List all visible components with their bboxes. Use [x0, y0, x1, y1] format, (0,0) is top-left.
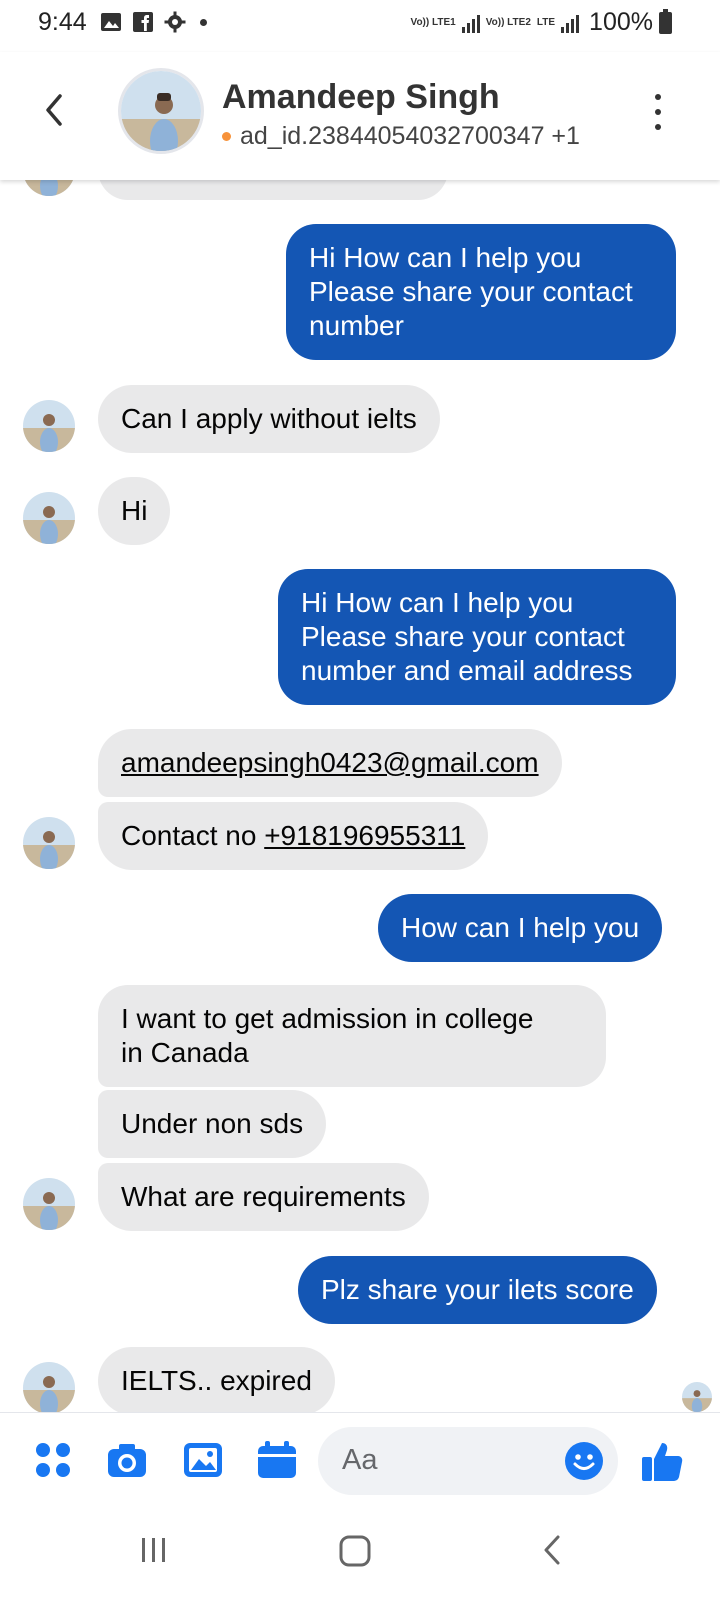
calendar-icon[interactable]: [256, 1439, 298, 1481]
settings-notification-icon: [164, 11, 186, 33]
incoming-message[interactable]: Under non sds: [98, 1090, 327, 1158]
incoming-message[interactable]: What are requirements: [98, 1163, 429, 1231]
system-navigation-bar: [0, 1512, 720, 1600]
home-icon[interactable]: [338, 1534, 372, 1568]
contact-avatar[interactable]: [118, 68, 204, 154]
sim2-network-label: LTE: [536, 16, 556, 28]
back-arrow-icon[interactable]: [36, 88, 72, 132]
outgoing-message[interactable]: Plz share your ilets score: [298, 1256, 657, 1324]
incoming-message[interactable]: Can I apply without ielts: [98, 385, 440, 453]
phone-link[interactable]: +918196955311: [264, 820, 465, 851]
ad-id-text: ad_id.23844054032700347 +1: [240, 122, 580, 150]
outgoing-message[interactable]: Hi How can I help you Please share your …: [286, 224, 676, 360]
battery-percent: 100%: [589, 8, 653, 36]
sender-avatar[interactable]: [23, 817, 75, 869]
battery-icon: [659, 8, 672, 34]
notification-icons: [100, 11, 207, 33]
chat-header: Amandeep Singh ad_id.23844054032700347 +…: [0, 52, 720, 180]
menu-grid-icon[interactable]: [32, 1439, 74, 1481]
email-link[interactable]: amandeepsingh0423@gmail.com: [121, 747, 539, 778]
sim1-signal-icon: [461, 13, 480, 33]
sender-avatar[interactable]: [23, 1362, 75, 1412]
message-thread[interactable]: Hi How can I help you Please share your …: [0, 180, 720, 1412]
sim2-label: Vo)) LTE2: [485, 16, 531, 28]
emoji-icon[interactable]: [564, 1441, 604, 1481]
message-input-placeholder: Aa: [342, 1444, 378, 1476]
outgoing-message[interactable]: How can I help you: [378, 894, 663, 962]
gallery-notification-icon: [101, 13, 121, 31]
status-dot: [222, 132, 231, 141]
incoming-message[interactable]: Contact no +918196955311: [98, 802, 489, 870]
recent-apps-icon[interactable]: [138, 1534, 170, 1566]
partial-incoming-bubble: [98, 180, 448, 200]
back-nav-icon[interactable]: [538, 1534, 568, 1566]
outgoing-message[interactable]: Hi How can I help you Please share your …: [278, 569, 676, 705]
status-bar: 9:44 Vo)) LTE1 Vo)) LTE2 LTE 100%: [0, 0, 720, 46]
status-time: 9:44: [38, 8, 87, 36]
more-options-icon[interactable]: [648, 94, 668, 130]
sender-avatar: [23, 180, 75, 196]
sender-avatar[interactable]: [23, 1178, 75, 1230]
gallery-icon[interactable]: [182, 1439, 224, 1481]
facebook-notification-icon: [133, 12, 153, 32]
incoming-message[interactable]: I want to get admission in college in Ca…: [98, 985, 606, 1087]
sender-avatar[interactable]: [23, 492, 75, 544]
more-notifications-dot: [200, 18, 207, 26]
message-composer: Aa: [0, 1412, 720, 1512]
incoming-message[interactable]: Hi: [98, 477, 171, 545]
system-status: Vo)) LTE1 Vo)) LTE2 LTE 100%: [411, 8, 672, 37]
contact-name[interactable]: Amandeep Singh: [222, 78, 500, 117]
message-input[interactable]: Aa: [318, 1427, 618, 1495]
incoming-message[interactable]: IELTS.. expired: [98, 1347, 335, 1412]
sim2-signal-icon: [561, 13, 580, 33]
incoming-message[interactable]: amandeepsingh0423@gmail.com: [98, 729, 562, 797]
thumbs-up-icon[interactable]: [640, 1439, 684, 1483]
sim1-label: Vo)) LTE1: [410, 16, 456, 28]
contact-subtitle: ad_id.23844054032700347 +1: [222, 122, 580, 151]
sender-avatar[interactable]: [23, 400, 75, 452]
camera-icon[interactable]: [106, 1439, 148, 1481]
seen-receipt-avatar: [682, 1382, 712, 1412]
